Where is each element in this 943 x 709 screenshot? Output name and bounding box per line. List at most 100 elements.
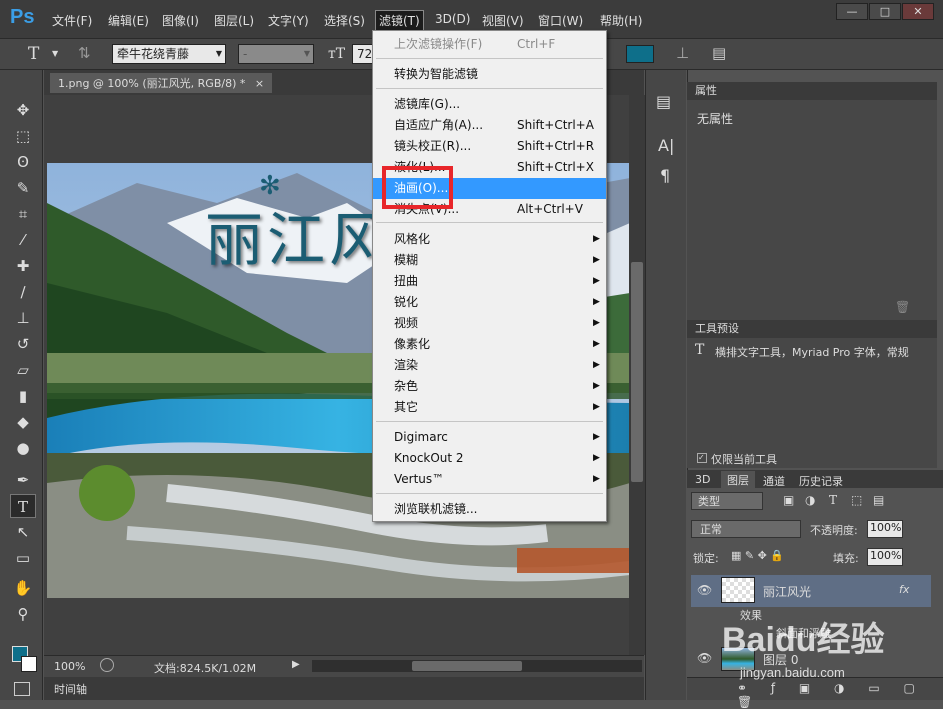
filter-menu-item[interactable]: 模糊 ▶ — [373, 250, 606, 271]
properties-title[interactable]: 属性 — [695, 84, 717, 97]
crop-tool-icon[interactable]: ⌗ — [10, 202, 36, 226]
chevron-down-icon[interactable]: ▼ — [52, 49, 58, 58]
close-tab-icon[interactable]: × — [255, 77, 264, 90]
image-filter-icon[interactable]: ▣ — [783, 493, 794, 507]
layer-name[interactable]: 丽江风光 — [763, 583, 811, 600]
warp-text-icon[interactable]: ⊥ — [676, 44, 689, 62]
filter-menu-item[interactable]: 风格化 ▶ — [373, 229, 606, 250]
text-color-swatch[interactable] — [626, 45, 654, 63]
font-size-field[interactable]: 72 — [352, 44, 374, 64]
filter-menu-item[interactable]: Vertus™ ▶ — [373, 469, 606, 490]
shape-filter-icon[interactable]: ⬚ — [851, 493, 862, 507]
orientation-toggle-icon[interactable]: ⇅ — [78, 44, 91, 62]
layer-actions-icons[interactable]: ⚭ ƒ ▣ ◑ ▭ ▢ 🗑 — [737, 681, 943, 709]
menu-window[interactable]: 窗口(W) — [538, 12, 583, 29]
lock-pixels-icon[interactable]: ▦ ✎ ✥ 🔒 — [731, 549, 784, 562]
dodge-tool-icon[interactable]: ● — [10, 436, 36, 460]
current-tool-checkbox[interactable]: ✓ — [697, 453, 707, 463]
tab-history[interactable]: 历史记录 — [799, 473, 843, 489]
quick-mask-icon[interactable] — [14, 682, 30, 696]
status-arrow-icon[interactable]: ▶ — [292, 659, 300, 670]
tool-preset-item[interactable]: 横排文字工具，Myriad Pro 字体，常规 — [715, 344, 909, 360]
smart-filter-icon[interactable]: ▤ — [873, 493, 884, 507]
filter-menu-item[interactable]: 镜头校正(R)... Shift+Ctrl+R — [373, 136, 606, 157]
tab-3d[interactable]: 3D — [695, 473, 710, 486]
history-brush-tool-icon[interactable]: ↺ — [10, 332, 36, 356]
fx-icon[interactable]: fx — [899, 583, 909, 596]
document-tab[interactable]: 1.png @ 100% (丽江风光, RGB/8) * × — [50, 73, 273, 93]
text-tool-icon[interactable]: T — [28, 44, 39, 64]
tab-layers[interactable]: 图层 — [721, 471, 755, 489]
horizontal-scrollbar-thumb[interactable] — [412, 661, 522, 671]
tool-presets-header[interactable]: 工具预设 — [687, 320, 937, 338]
eyedropper-tool-icon[interactable]: ⁄ — [10, 228, 36, 252]
blur-tool-icon[interactable]: ◆ — [10, 410, 36, 434]
filter-menu-item[interactable]: 渲染 ▶ — [373, 355, 606, 376]
background-color-swatch[interactable] — [21, 656, 37, 672]
filter-menu-item[interactable]: 锐化 ▶ — [373, 292, 606, 313]
hand-tool-icon[interactable]: ✋ — [10, 576, 36, 600]
close-button[interactable]: ✕ — [902, 3, 934, 20]
properties-panel-header[interactable]: 属性 — [687, 82, 937, 100]
adjust-filter-icon[interactable]: ◑ — [805, 493, 815, 507]
layer-filter-select[interactable]: 类型 — [691, 492, 763, 510]
timeline-label[interactable]: 时间轴 — [54, 681, 87, 697]
brush-tool-icon[interactable]: ∕ — [10, 280, 36, 304]
menu-file[interactable]: 文件(F) — [52, 12, 92, 29]
font-family-select[interactable]: 牵牛花绕青藤 ▼ — [112, 44, 226, 64]
zoom-tool-icon[interactable]: ⚲ — [10, 602, 36, 626]
tool-presets-title[interactable]: 工具预设 — [695, 322, 739, 335]
opacity-field[interactable]: 100% — [867, 520, 903, 538]
pen-tool-icon[interactable]: ✒ — [10, 468, 36, 492]
eye-icon[interactable]: 👁 — [697, 651, 712, 665]
menu-type[interactable]: 文字(Y) — [268, 12, 309, 29]
filter-menu-item[interactable]: Digimarc ▶ — [373, 427, 606, 448]
layer-row[interactable]: 👁 丽江风光 fx — [691, 575, 931, 607]
vertical-scrollbar-thumb[interactable] — [631, 262, 643, 482]
maximize-button[interactable]: □ — [869, 3, 901, 20]
font-style-select[interactable]: - ▼ — [238, 44, 314, 64]
menu-filter[interactable]: 滤镜(T) — [375, 10, 424, 31]
shape-tool-icon[interactable]: ▭ — [10, 546, 36, 570]
eye-icon[interactable]: 👁 — [697, 583, 712, 597]
filter-menu-item[interactable]: 自适应广角(A)... Shift+Ctrl+A — [373, 115, 606, 136]
filter-menu-item[interactable]: 杂色 ▶ — [373, 376, 606, 397]
filter-menu-item[interactable]: KnockOut 2 ▶ — [373, 448, 606, 469]
filter-menu-item[interactable]: 转换为智能滤镜 — [373, 64, 606, 85]
menu-view[interactable]: 视图(V) — [482, 12, 524, 29]
type-tool-icon[interactable]: T — [10, 494, 36, 518]
minimize-button[interactable]: — — [836, 3, 868, 20]
menu-select[interactable]: 选择(S) — [324, 12, 365, 29]
eraser-tool-icon[interactable]: ▱ — [10, 358, 36, 382]
filter-menu-item[interactable]: 滤镜库(G)... — [373, 94, 606, 115]
menu-layer[interactable]: 图层(L) — [214, 12, 254, 29]
horizontal-scrollbar[interactable] — [312, 660, 642, 672]
blend-mode-select[interactable]: 正常 — [691, 520, 801, 538]
menu-edit[interactable]: 编辑(E) — [108, 12, 149, 29]
character-icon[interactable]: A| — [658, 136, 674, 155]
history-panel-icon[interactable]: ▤ — [656, 92, 671, 111]
paragraph-icon[interactable]: ¶ — [660, 166, 670, 185]
type-filter-icon[interactable]: T — [829, 493, 837, 507]
status-icon[interactable] — [100, 658, 114, 672]
fill-field[interactable]: 100% — [867, 548, 903, 566]
filter-menu-item[interactable]: 视频 ▶ — [373, 313, 606, 334]
move-tool-icon[interactable]: ✥ — [10, 98, 36, 122]
filter-menu-item[interactable]: 浏览联机滤镜... — [373, 499, 606, 520]
menu-image[interactable]: 图像(I) — [162, 12, 199, 29]
quick-select-tool-icon[interactable]: ✎ — [10, 176, 36, 200]
path-select-tool-icon[interactable]: ↖ — [10, 520, 36, 544]
healing-brush-tool-icon[interactable]: ✚ — [10, 254, 36, 278]
marquee-tool-icon[interactable]: ⬚ — [10, 124, 36, 148]
lasso-tool-icon[interactable]: ʘ — [10, 150, 36, 174]
menu-help[interactable]: 帮助(H) — [600, 12, 642, 29]
stamp-tool-icon[interactable]: ⊥ — [10, 306, 36, 330]
filter-menu-item[interactable]: 像素化 ▶ — [373, 334, 606, 355]
filter-menu-item[interactable]: 扭曲 ▶ — [373, 271, 606, 292]
filter-menu-item[interactable]: 上次滤镜操作(F) Ctrl+F — [373, 34, 606, 55]
zoom-level[interactable]: 100% — [54, 660, 85, 673]
filter-menu-item[interactable]: 其它 ▶ — [373, 397, 606, 418]
menu-3d[interactable]: 3D(D) — [435, 12, 470, 26]
tab-channels[interactable]: 通道 — [763, 473, 785, 489]
gradient-tool-icon[interactable]: ▮ — [10, 384, 36, 408]
